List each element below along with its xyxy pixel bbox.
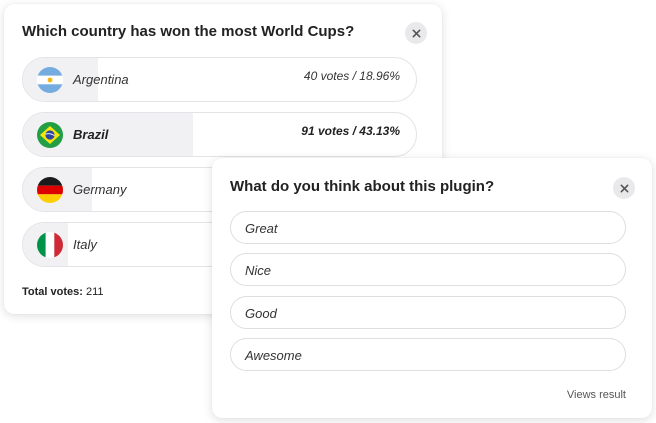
vote-option-good[interactable]: Good bbox=[230, 296, 626, 329]
result-option-label: Italy bbox=[73, 237, 97, 252]
vote-option-great[interactable]: Great bbox=[230, 211, 626, 244]
vote-option-label: Awesome bbox=[245, 348, 302, 363]
vote-option-label: Great bbox=[245, 221, 278, 236]
total-votes: Total votes: 211 bbox=[22, 286, 104, 298]
brazil-flag-icon bbox=[37, 122, 63, 148]
stage: Which country has won the most World Cup… bbox=[0, 0, 656, 423]
germany-flag-icon bbox=[37, 177, 63, 203]
vote-option-awesome[interactable]: Awesome bbox=[230, 338, 626, 371]
result-vote-count: 40 votes / 18.96% bbox=[303, 69, 400, 83]
result-option-label: Argentina bbox=[73, 72, 129, 87]
result-option-label: Brazil bbox=[73, 127, 109, 142]
total-votes-value: 211 bbox=[82, 286, 104, 298]
close-icon bbox=[412, 29, 420, 37]
views-result-link[interactable]: Views result bbox=[567, 389, 626, 401]
argentina-flag-icon bbox=[37, 67, 63, 93]
vote-option-nice[interactable]: Nice bbox=[230, 253, 626, 286]
close-icon bbox=[620, 184, 628, 192]
vote-close-button[interactable] bbox=[613, 177, 635, 199]
italy-flag-icon bbox=[37, 232, 63, 258]
vote-option-label: Nice bbox=[245, 263, 272, 278]
results-close-button[interactable] bbox=[405, 22, 427, 44]
result-option-argentina[interactable]: Argentina 40 votes / 18.96% bbox=[22, 57, 417, 102]
total-votes-label: Total votes: bbox=[22, 286, 83, 298]
result-option-label: Germany bbox=[73, 182, 127, 197]
results-poll-question: Which country has won the most World Cup… bbox=[22, 23, 355, 40]
vote-poll-question: What do you think about this plugin? bbox=[230, 178, 495, 195]
vote-poll-card: What do you think about this plugin? Gre… bbox=[212, 158, 652, 418]
vote-option-label: Good bbox=[245, 306, 277, 321]
result-option-brazil[interactable]: Brazil 91 votes / 43.13% bbox=[22, 112, 417, 157]
result-vote-count: 91 votes / 43.13% bbox=[301, 124, 400, 138]
